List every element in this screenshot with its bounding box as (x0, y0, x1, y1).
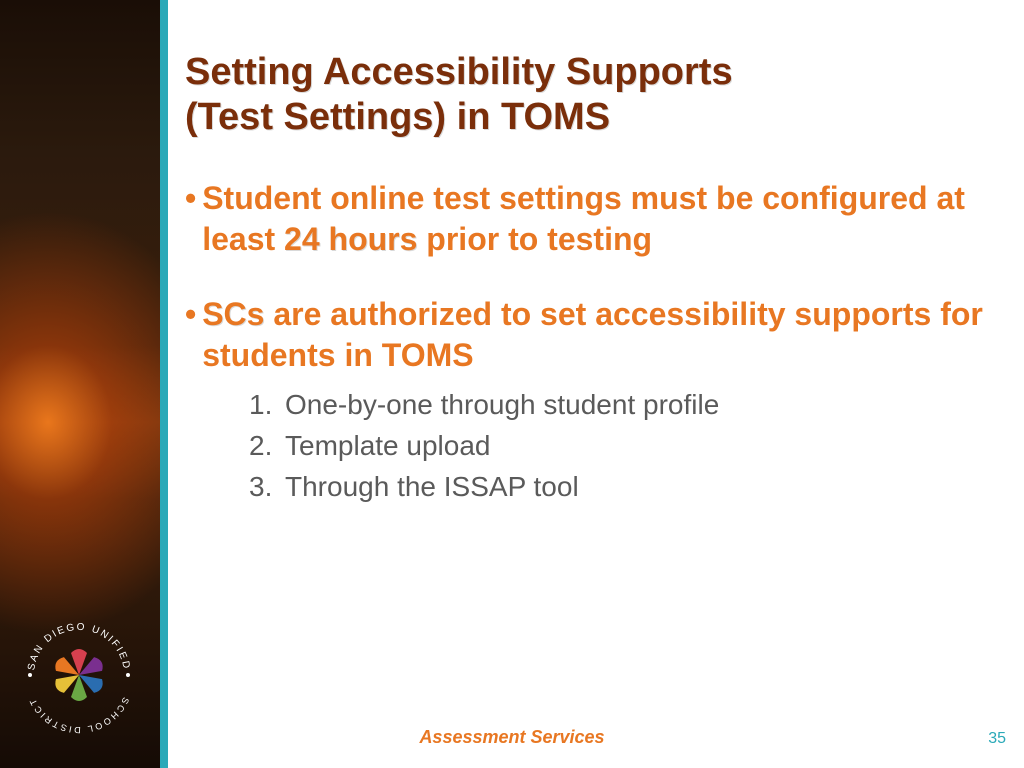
title-line-1: Setting Accessibility Supports (185, 51, 733, 93)
title-line-2: (Test Settings) in TOMS (185, 96, 610, 138)
content-area: Setting Accessibility Supports (Test Set… (185, 50, 984, 507)
sub-list: 1.One-by-one through student profile 2.T… (249, 385, 984, 507)
bullet-marker: • (185, 294, 196, 376)
list-text: Through the ISSAP tool (285, 471, 579, 502)
vertical-stripe (160, 0, 168, 768)
list-number: 3. (249, 467, 285, 508)
list-item: 1.One-by-one through student profile (249, 385, 984, 426)
bullet-marker: • (185, 178, 196, 260)
bullet-2-scs: SCs (202, 296, 264, 332)
list-text: Template upload (285, 430, 490, 461)
bullet-1-text: Student online test settings must be con… (202, 178, 984, 260)
bullet-2: • SCs are authorized to set accessibilit… (185, 294, 984, 376)
bullet-1-post: prior to testing (417, 221, 652, 257)
list-item: 2.Template upload (249, 426, 984, 467)
district-logo: SAN DIEGO UNIFIED SCHOOL DISTRICT (20, 616, 138, 734)
pinwheel-icon (47, 643, 111, 707)
bullet-2-text: SCs are authorized to set accessibility … (202, 294, 984, 376)
bullet-1-emphasis: 24 hours (284, 221, 417, 257)
bullet-2-rest: are authorized to set accessibility supp… (202, 296, 983, 373)
list-number: 1. (249, 385, 285, 426)
page-number: 35 (988, 730, 1006, 748)
page-title: Setting Accessibility Supports (Test Set… (185, 50, 984, 140)
bullet-1: • Student online test settings must be c… (185, 178, 984, 260)
slide: Setting Accessibility Supports (Test Set… (0, 0, 1024, 768)
list-number: 2. (249, 426, 285, 467)
list-item: 3.Through the ISSAP tool (249, 467, 984, 508)
footer-label: Assessment Services (0, 727, 1024, 748)
list-text: One-by-one through student profile (285, 389, 719, 420)
